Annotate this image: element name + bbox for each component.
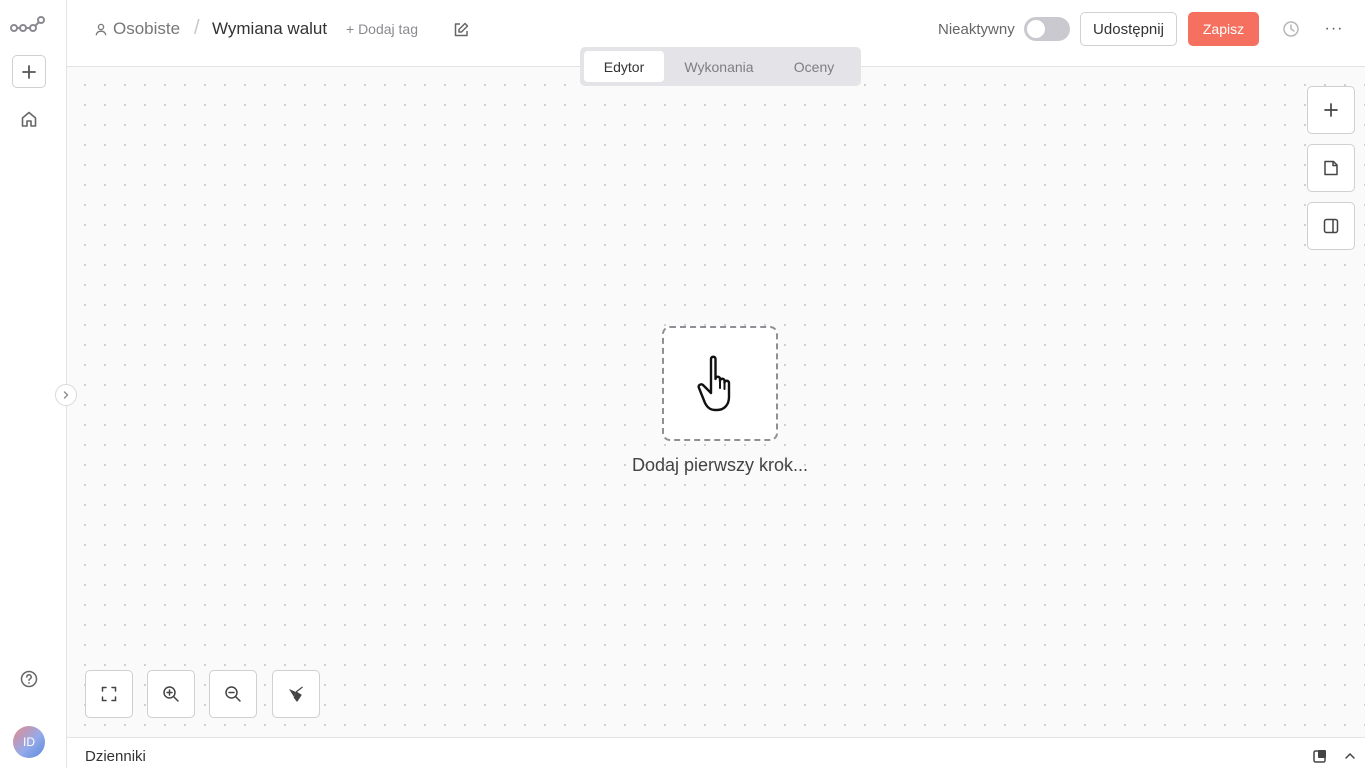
tab-editor[interactable]: Edytor: [584, 51, 664, 82]
fit-view-icon: [101, 686, 117, 702]
sidebar-collapse-button[interactable]: [55, 384, 77, 406]
zoom-out-icon: [225, 686, 241, 702]
tab-evaluations[interactable]: Oceny: [774, 51, 854, 82]
home-icon: [21, 111, 37, 127]
add-sticky-note-button[interactable]: [1307, 144, 1355, 192]
logs-label: Dzienniki: [85, 748, 146, 765]
tab-executions[interactable]: Wykonania: [664, 51, 774, 82]
active-toggle[interactable]: [1024, 17, 1070, 41]
avatar[interactable]: ID: [13, 726, 45, 758]
save-button[interactable]: Zapisz: [1188, 12, 1259, 46]
status-label: Nieaktywny: [938, 21, 1015, 38]
clean-up-button[interactable]: [272, 670, 320, 718]
breadcrumb-project-label: Osobiste: [113, 19, 181, 38]
help-button[interactable]: [18, 668, 40, 690]
sidebar: ID: [0, 0, 67, 768]
plus-icon: [22, 64, 36, 79]
hand-pointer-icon: [697, 355, 731, 411]
popout-icon[interactable]: [1312, 748, 1328, 764]
history-icon[interactable]: [1282, 20, 1300, 38]
more-icon[interactable]: ···: [1323, 18, 1345, 40]
user-icon: [95, 23, 107, 35]
add-workflow-button[interactable]: [12, 55, 46, 88]
fit-view-button[interactable]: [85, 670, 133, 718]
plus-icon: [1324, 103, 1338, 117]
sticky-note-icon: [1324, 160, 1338, 176]
breadcrumb-project[interactable]: Osobiste: [95, 19, 180, 39]
workflow-title[interactable]: Wymiana walut: [212, 19, 327, 39]
chevron-up-icon[interactable]: [1342, 748, 1358, 764]
workflow-canvas[interactable]: Dodaj pierwszy krok...: [67, 67, 1365, 737]
logo-icon[interactable]: [10, 14, 46, 38]
toggle-knob: [1027, 20, 1045, 38]
view-tabs: Edytor Wykonania Oceny: [580, 47, 861, 86]
zoom-out-button[interactable]: [209, 670, 257, 718]
breadcrumb-separator: /: [194, 17, 200, 39]
add-first-step-button[interactable]: [662, 326, 778, 441]
add-tag-link[interactable]: + Dodaj tag: [346, 21, 418, 37]
zoom-in-button[interactable]: [147, 670, 195, 718]
share-button[interactable]: Udostępnij: [1080, 12, 1177, 46]
zoom-in-icon: [163, 686, 179, 702]
panel-icon: [1323, 218, 1339, 234]
help-icon: [20, 670, 38, 688]
chevron-right-icon: [63, 391, 69, 399]
clean-up-icon: [289, 686, 303, 702]
toggle-panel-button[interactable]: [1307, 202, 1355, 250]
edit-icon[interactable]: [452, 21, 470, 39]
add-node-button[interactable]: [1307, 86, 1355, 134]
home-button[interactable]: [18, 108, 40, 130]
logs-panel-bar[interactable]: Dzienniki: [67, 737, 1365, 768]
first-step-label: Dodaj pierwszy krok...: [631, 455, 809, 475]
